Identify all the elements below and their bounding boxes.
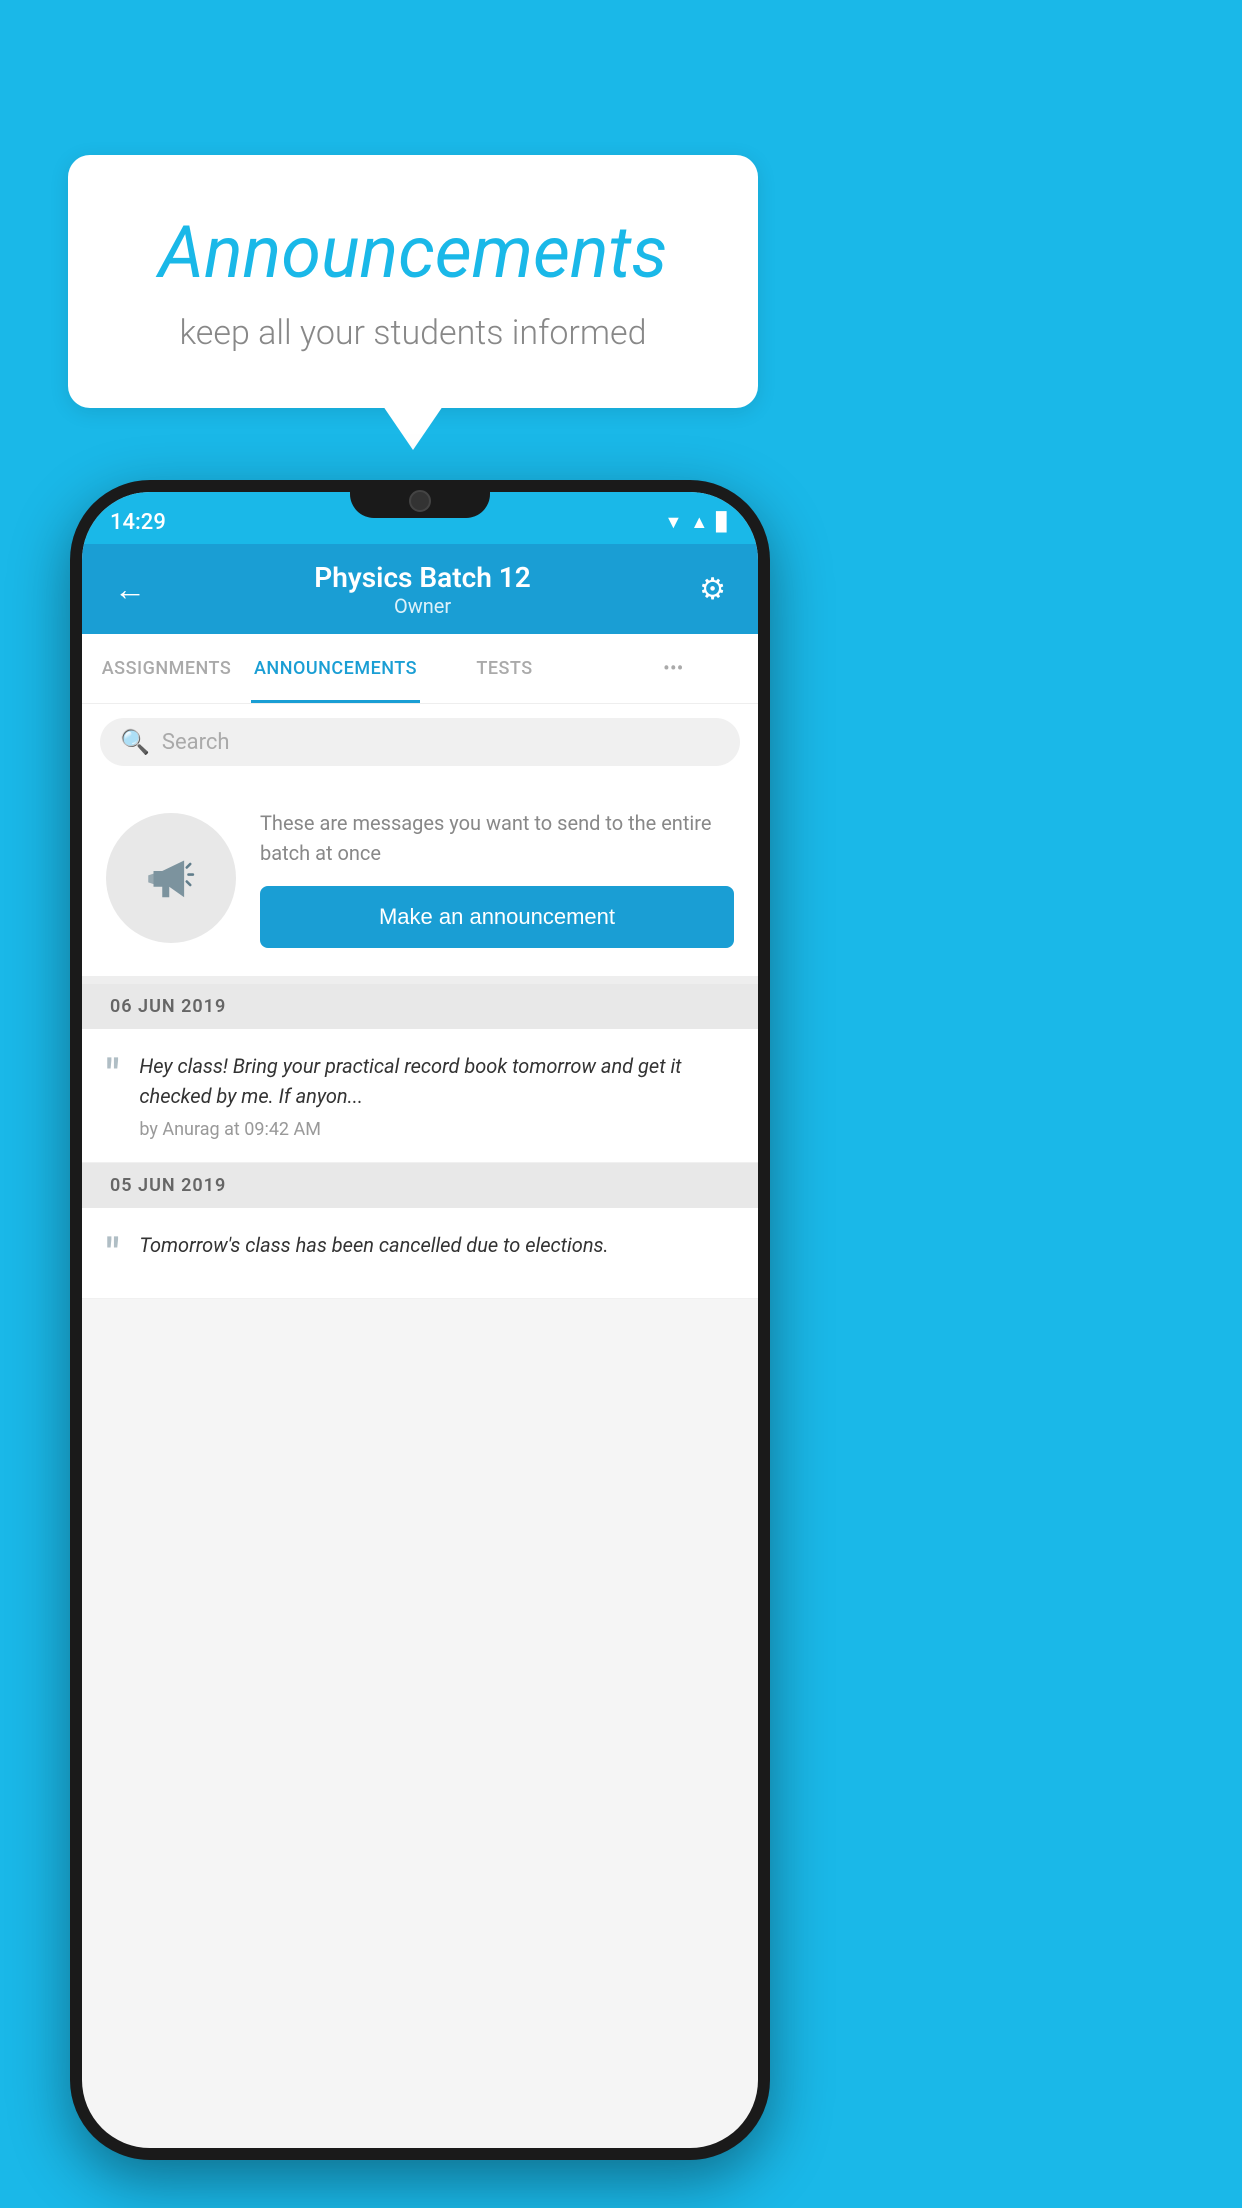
announcement-text-2: Tomorrow's class has been cancelled due …	[139, 1230, 734, 1260]
app-bar-title: Physics Batch 12	[154, 561, 691, 594]
tab-announcements[interactable]: ANNOUNCEMENTS	[251, 634, 420, 703]
tab-more[interactable]: •••	[589, 634, 758, 703]
search-icon: 🔍	[120, 728, 150, 756]
promo-description: These are messages you want to send to t…	[260, 808, 734, 868]
announcement-item-1[interactable]: " Hey class! Bring your practical record…	[82, 1029, 758, 1163]
tab-tests[interactable]: TESTS	[420, 634, 589, 703]
phone-notch	[350, 480, 490, 518]
promo-section: These are messages you want to send to t…	[82, 780, 758, 984]
promo-right: These are messages you want to send to t…	[260, 808, 734, 948]
tabs-bar: ASSIGNMENTS ANNOUNCEMENTS TESTS •••	[82, 634, 758, 704]
bubble-title: Announcements	[128, 210, 698, 295]
announcement-content-2: Tomorrow's class has been cancelled due …	[139, 1230, 734, 1268]
promo-icon-circle	[106, 813, 236, 943]
tab-assignments[interactable]: ASSIGNMENTS	[82, 634, 251, 703]
bubble-subtitle: keep all your students informed	[128, 313, 698, 353]
make-announcement-button[interactable]: Make an announcement	[260, 886, 734, 948]
phone-screen: 14:29 ▼ ▲ ▊ ← Physics Batch 12 Owner ⚙	[82, 492, 758, 2148]
search-input-wrap[interactable]: 🔍 Search	[100, 718, 740, 766]
status-icons: ▼ ▲ ▊	[665, 512, 731, 533]
quote-icon-2: "	[106, 1234, 119, 1276]
announcement-text-1: Hey class! Bring your practical record b…	[139, 1051, 734, 1111]
announcement-meta-1: by Anurag at 09:42 AM	[139, 1119, 734, 1140]
signal-icon: ▲	[690, 512, 708, 533]
announcement-item-2[interactable]: " Tomorrow's class has been cancelled du…	[82, 1208, 758, 1299]
date-separator-2: 05 JUN 2019	[82, 1163, 758, 1208]
quote-icon-1: "	[106, 1055, 119, 1097]
speech-bubble-container: Announcements keep all your students inf…	[68, 155, 758, 408]
back-button[interactable]: ←	[106, 562, 154, 616]
search-input[interactable]: Search	[162, 730, 230, 755]
phone-outer: 14:29 ▼ ▲ ▊ ← Physics Batch 12 Owner ⚙	[70, 480, 770, 2160]
megaphone-icon	[136, 843, 206, 913]
phone-wrapper: 14:29 ▼ ▲ ▊ ← Physics Batch 12 Owner ⚙	[70, 480, 770, 2160]
speech-bubble: Announcements keep all your students inf…	[68, 155, 758, 408]
app-bar: ← Physics Batch 12 Owner ⚙	[82, 544, 758, 634]
app-bar-title-container: Physics Batch 12 Owner	[154, 561, 691, 618]
app-bar-subtitle: Owner	[154, 594, 691, 618]
settings-button[interactable]: ⚙	[691, 564, 734, 615]
battery-icon: ▊	[716, 512, 730, 533]
search-container: 🔍 Search	[82, 704, 758, 780]
front-camera	[409, 490, 431, 512]
announcement-content-1: Hey class! Bring your practical record b…	[139, 1051, 734, 1140]
status-time: 14:29	[110, 510, 166, 535]
date-separator-1: 06 JUN 2019	[82, 984, 758, 1029]
wifi-icon: ▼	[665, 512, 683, 533]
